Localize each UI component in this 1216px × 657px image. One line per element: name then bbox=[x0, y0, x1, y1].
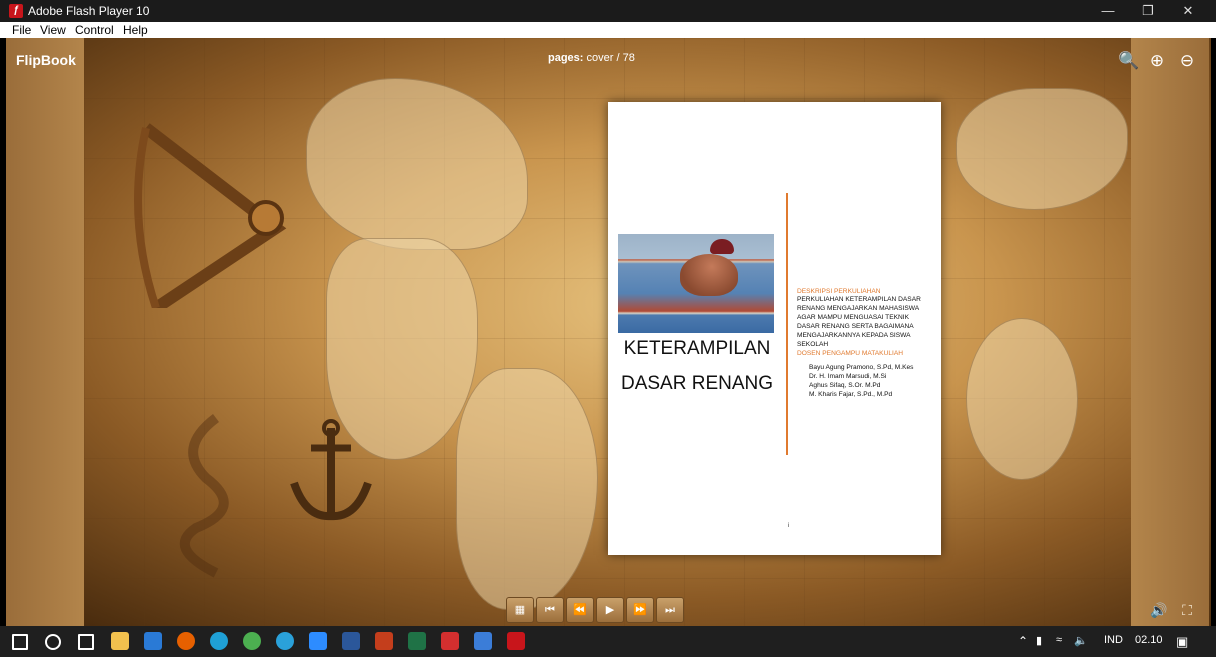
restore-icon[interactable]: ❐ bbox=[1128, 0, 1168, 22]
description-line: RENANG MENGAJARKAN MAHASISWA bbox=[797, 305, 920, 312]
swimmer-body bbox=[680, 254, 738, 296]
sextant-illustration bbox=[134, 123, 287, 308]
prev-page-icon[interactable]: ⏪ bbox=[566, 597, 594, 623]
next-page-icon[interactable]: ⏩ bbox=[626, 597, 654, 623]
edge-icon[interactable] bbox=[210, 632, 228, 650]
firefox-icon[interactable] bbox=[177, 632, 195, 650]
excel-icon[interactable] bbox=[408, 632, 426, 650]
close-icon[interactable]: ✕ bbox=[1168, 0, 1208, 22]
swim-cap bbox=[710, 239, 734, 254]
file-explorer-icon[interactable] bbox=[111, 632, 129, 650]
last-page-icon[interactable]: ⏭ bbox=[656, 597, 684, 623]
flipbook-brand: FlipBook bbox=[16, 52, 76, 68]
chrome-icon[interactable] bbox=[243, 632, 261, 650]
notification-icon[interactable]: ▣ bbox=[1176, 634, 1188, 650]
zoom-in-icon[interactable]: ⊕ bbox=[1146, 50, 1168, 72]
windows-start-icon[interactable] bbox=[12, 634, 28, 650]
windows-taskbar: ⌃ ▮ ≈ 🔈 IND 02.10 ▣ bbox=[0, 626, 1216, 657]
pages-value: cover / 78 bbox=[586, 52, 635, 64]
cover-title-line2: DASAR RENANG bbox=[620, 373, 774, 394]
window-title: Adobe Flash Player 10 bbox=[28, 4, 150, 18]
right-panel bbox=[1131, 38, 1209, 626]
task-view-icon[interactable] bbox=[78, 634, 94, 650]
thumbnails-icon[interactable]: ▦ bbox=[506, 597, 534, 623]
chevron-up-icon[interactable]: ⌃ bbox=[1018, 634, 1028, 648]
powerpoint-icon[interactable] bbox=[375, 632, 393, 650]
wifi-icon[interactable]: ≈ bbox=[1056, 634, 1062, 646]
lecturer-name: Aghus Sifaq, S.Or. M.Pd bbox=[809, 382, 881, 389]
clock[interactable]: 02.10 bbox=[1135, 634, 1163, 646]
dragon-illustration bbox=[179, 414, 229, 578]
lecturer-name: M. Kharis Fajar, S.Pd., M.Pd bbox=[809, 391, 893, 398]
menu-file[interactable]: File bbox=[12, 23, 31, 37]
window-titlebar: ƒ Adobe Flash Player 10 — ❐ ✕ bbox=[0, 0, 1216, 22]
swimmer-photo bbox=[618, 234, 774, 333]
fullscreen-icon[interactable]: ⛶ bbox=[1176, 599, 1198, 621]
flash-player-icon: ƒ bbox=[9, 4, 23, 18]
battery-icon[interactable]: ▮ bbox=[1036, 634, 1042, 647]
anchor-illustration bbox=[290, 419, 372, 521]
play-icon[interactable]: ▶ bbox=[596, 597, 624, 623]
sound-icon[interactable]: 🔊 bbox=[1148, 599, 1170, 621]
volume-icon[interactable]: 🔈 bbox=[1074, 634, 1088, 647]
lecturer-name: Dr. H. Imam Marsudi, M.Si bbox=[809, 373, 887, 380]
zoom-icon[interactable]: 🔍 bbox=[1118, 50, 1140, 72]
word-icon[interactable] bbox=[342, 632, 360, 650]
minimize-icon[interactable]: — bbox=[1088, 0, 1128, 22]
cover-divider bbox=[786, 193, 788, 455]
search-icon[interactable] bbox=[45, 634, 61, 650]
description-line: AGAR MAMPU MENGUASAI TEKNIK bbox=[797, 314, 909, 321]
first-page-icon[interactable]: ⏮ bbox=[536, 597, 564, 623]
flash-player-icon[interactable] bbox=[507, 632, 525, 650]
menu-help[interactable]: Help bbox=[123, 23, 148, 37]
description-line: MENGAJARKANNYA KEPADA SISWA bbox=[797, 332, 911, 339]
page-indicator: pages: cover / 78 bbox=[548, 52, 635, 64]
menu-control[interactable]: Control bbox=[75, 23, 114, 37]
lecturer-name: Bayu Agung Pramono, S.Pd, M.Kes bbox=[809, 364, 914, 371]
language-indicator[interactable]: IND bbox=[1104, 634, 1123, 646]
left-panel bbox=[6, 38, 84, 626]
zoom-icon[interactable] bbox=[309, 632, 327, 650]
menubar: File View Control Help bbox=[0, 22, 1216, 38]
photos-icon[interactable] bbox=[474, 632, 492, 650]
description-line: SEKOLAH bbox=[797, 341, 829, 348]
acrobat-icon[interactable] bbox=[441, 632, 459, 650]
zoom-out-icon[interactable]: ⊖ bbox=[1176, 50, 1198, 72]
description-line: DASAR RENANG SERTA BAGAIMANA bbox=[797, 323, 914, 330]
menu-view[interactable]: View bbox=[40, 23, 66, 37]
flipbook-stage: FlipBook pages: cover / 78 🔍 ⊕ ⊖ KETERAM… bbox=[6, 38, 1211, 626]
description-line: PERKULIAHAN KETERAMPILAN DASAR bbox=[797, 296, 921, 303]
cover-title-line1: KETERAMPILAN bbox=[623, 338, 771, 359]
page-number: i bbox=[788, 523, 790, 529]
mail-icon[interactable] bbox=[144, 632, 162, 650]
book-cover-page[interactable]: KETERAMPILAN DASAR RENANG DESKRIPSI PERK… bbox=[608, 102, 941, 555]
pages-label: pages: bbox=[548, 52, 584, 64]
lecturer-heading: DOSEN PENGAMPU MATAKULIAH bbox=[797, 350, 904, 357]
map-continent bbox=[966, 318, 1078, 480]
telegram-icon[interactable] bbox=[276, 632, 294, 650]
